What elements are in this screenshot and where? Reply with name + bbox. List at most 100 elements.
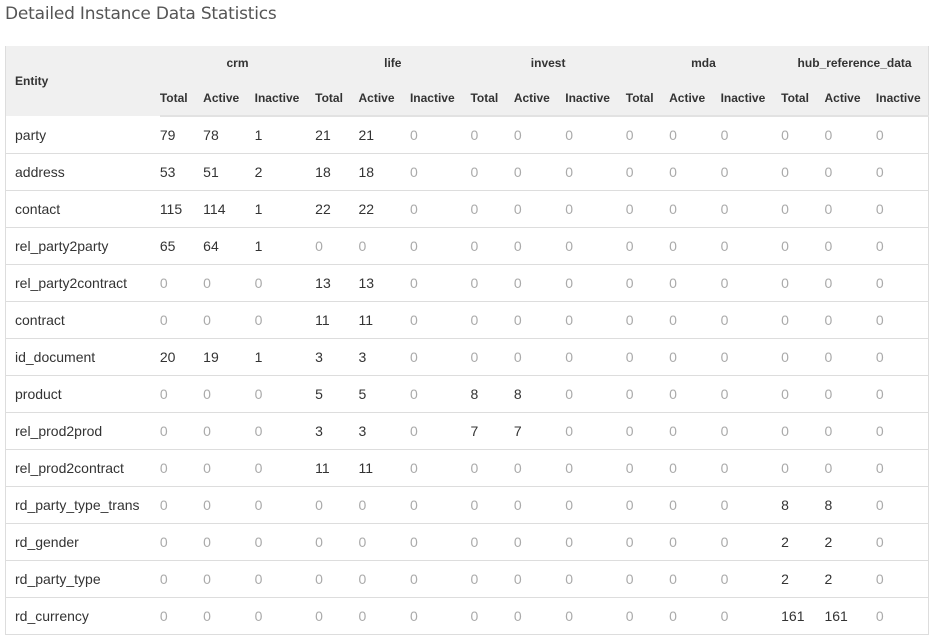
crm-total-header[interactable]: Total [159,80,204,117]
mda-inactive-cell: 0 [720,264,782,302]
hub-reference-data-active-cell: 0 [824,227,876,265]
group-header-life: life [315,46,471,80]
hub-reference-data-active-cell: 0 [824,301,876,339]
mda-inactive-cell: 0 [720,412,782,450]
life-active-cell: 11 [358,449,410,487]
life-total-cell: 21 [315,116,359,154]
entity-name: address [5,153,160,191]
entity-name: rel_party2contract [5,264,160,302]
crm-total-cell: 0 [159,560,204,598]
life-active-cell: 0 [358,227,410,265]
table-row: rel_prod2contract 0 0 0 11 11 0 0 0 0 0 0 0 0 0 0 [5,449,929,487]
invest-total-cell: 0 [470,264,514,302]
crm-total-cell: 53 [159,153,204,191]
invest-active-header[interactable]: Active [513,80,566,117]
group-header-invest: invest [470,46,626,80]
hub-reference-data-inactive-header[interactable]: Inactive [875,80,929,117]
hub-reference-data-total-cell: 2 [781,560,825,598]
crm-total-cell: 0 [159,301,204,339]
invest-total-cell: 0 [470,301,514,339]
life-inactive-cell: 0 [409,486,471,524]
mda-inactive-cell: 0 [720,338,782,376]
life-inactive-cell: 0 [409,116,471,154]
mda-active-header[interactable]: Active [669,80,721,117]
life-active-cell: 22 [358,190,410,228]
table-body: party 79 78 1 21 21 0 0 0 0 0 0 0 0 0 0 address 53 51 2 18 18… [5,116,929,635]
hub-reference-data-inactive-cell: 0 [875,486,929,524]
hub-reference-data-total-header[interactable]: Total [781,80,825,117]
life-inactive-header[interactable]: Inactive [409,80,471,117]
life-total-header[interactable]: Total [315,80,359,117]
life-total-cell: 0 [315,523,359,561]
invest-inactive-cell: 0 [565,560,626,598]
invest-inactive-header[interactable]: Inactive [565,80,626,117]
life-inactive-cell: 0 [409,153,471,191]
life-inactive-cell: 0 [409,301,471,339]
life-total-cell: 0 [315,597,359,635]
invest-total-cell: 0 [470,560,514,598]
crm-active-cell: 114 [203,190,255,228]
crm-active-cell: 51 [203,153,255,191]
hub-reference-data-inactive-cell: 0 [875,412,929,450]
invest-active-cell: 7 [513,412,566,450]
invest-total-cell: 0 [470,523,514,561]
entity-name: rel_prod2contract [5,449,160,487]
crm-active-cell: 0 [203,264,255,302]
invest-inactive-cell: 0 [565,190,626,228]
crm-inactive-cell: 2 [254,153,316,191]
invest-total-cell: 0 [470,486,514,524]
hub-reference-data-total-cell: 0 [781,264,825,302]
mda-total-cell: 0 [625,597,670,635]
mda-inactive-cell: 0 [720,449,782,487]
entity-name: party [5,116,160,154]
entity-name: rd_gender [5,523,160,561]
crm-inactive-cell: 1 [254,227,316,265]
mda-active-cell: 0 [669,190,721,228]
invest-active-cell: 0 [513,264,566,302]
invest-active-cell: 8 [513,375,566,413]
mda-total-header[interactable]: Total [625,80,670,117]
life-active-cell: 5 [358,375,410,413]
crm-active-cell: 0 [203,597,255,635]
hub-reference-data-inactive-cell: 0 [875,301,929,339]
crm-inactive-cell: 1 [254,116,316,154]
invest-active-cell: 0 [513,449,566,487]
crm-inactive-header[interactable]: Inactive [254,80,316,117]
hub-reference-data-total-cell: 161 [781,597,825,635]
crm-total-cell: 0 [159,597,204,635]
hub-reference-data-active-header[interactable]: Active [824,80,876,117]
mda-inactive-header[interactable]: Inactive [720,80,782,117]
crm-inactive-cell: 0 [254,523,316,561]
entity-name: contact [5,190,160,228]
table-row: address 53 51 2 18 18 0 0 0 0 0 0 0 0 0 0 [5,153,929,191]
crm-active-header[interactable]: Active [203,80,255,117]
invest-active-cell: 0 [513,523,566,561]
hub-reference-data-inactive-cell: 0 [875,523,929,561]
mda-total-cell: 0 [625,264,670,302]
life-active-header[interactable]: Active [358,80,410,117]
mda-active-cell: 0 [669,338,721,376]
crm-total-cell: 0 [159,412,204,450]
mda-total-cell: 0 [625,338,670,376]
invest-inactive-cell: 0 [565,264,626,302]
mda-total-cell: 0 [625,190,670,228]
invest-total-cell: 0 [470,449,514,487]
hub-reference-data-total-cell: 0 [781,412,825,450]
table-row: contact 115 114 1 22 22 0 0 0 0 0 0 0 0 0 0 [5,190,929,228]
table-row: contract 0 0 0 11 11 0 0 0 0 0 0 0 0 0 0 [5,301,929,339]
invest-total-cell: 8 [470,375,514,413]
instance-stats-table: Entity crm life invest mda hub_reference_dat… [5,46,929,635]
invest-total-cell: 7 [470,412,514,450]
life-active-cell: 0 [358,486,410,524]
crm-total-cell: 115 [159,190,204,228]
entity-column-header[interactable]: Entity [5,46,160,116]
invest-total-header[interactable]: Total [470,80,514,117]
invest-inactive-cell: 0 [565,153,626,191]
mda-total-cell: 0 [625,301,670,339]
mda-total-cell: 0 [625,449,670,487]
hub-reference-data-total-cell: 2 [781,523,825,561]
mda-inactive-cell: 0 [720,597,782,635]
life-inactive-cell: 0 [409,227,471,265]
crm-inactive-cell: 0 [254,486,316,524]
hub-reference-data-inactive-cell: 0 [875,560,929,598]
